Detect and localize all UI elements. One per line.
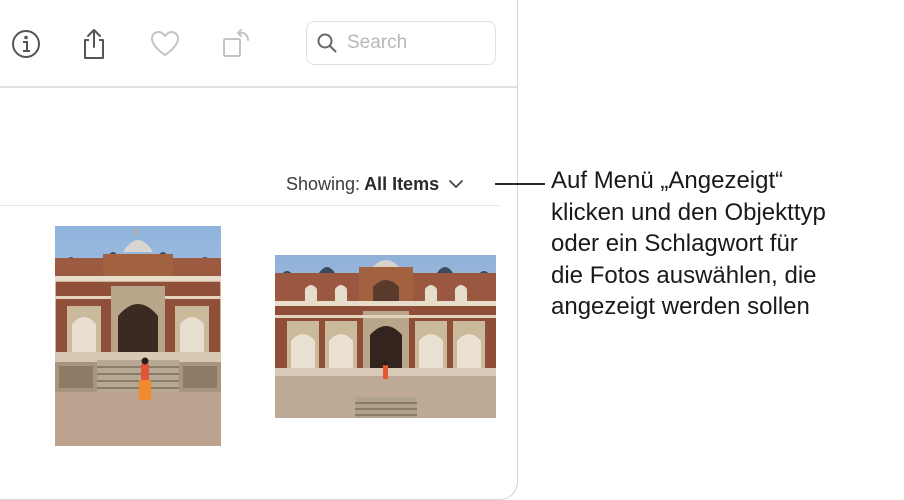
share-icon[interactable]: [76, 26, 112, 62]
heart-icon[interactable]: [147, 26, 183, 62]
callout-line: angezeigt werden sollen: [551, 293, 810, 320]
callout-leader-line: [495, 183, 545, 185]
rotate-icon[interactable]: [218, 26, 254, 62]
showing-label: Showing:: [286, 173, 361, 194]
callout-line: oder ein Schlagwort für: [551, 230, 798, 257]
info-icon[interactable]: [8, 26, 44, 62]
callout-line: klicken und den Objekttyp: [551, 198, 826, 226]
content-divider: [0, 205, 500, 206]
search-input[interactable]: [347, 30, 487, 56]
portrait-photo[interactable]: [55, 226, 221, 446]
showing-menu[interactable]: Showing: All Items: [286, 171, 465, 197]
landscape-photo[interactable]: [275, 255, 496, 418]
chevron-down-icon: [449, 180, 463, 188]
callout-line: Auf Menü „Angezeigt“: [551, 167, 784, 194]
toolbar-divider: [0, 86, 517, 88]
search-icon: [316, 32, 338, 54]
search-field[interactable]: [306, 21, 496, 65]
callout-line: die Fotos auswählen, die: [551, 261, 817, 289]
callout-text: Auf Menü „Angezeigt“ klicken und den Obj…: [551, 165, 901, 323]
showing-value: All Items: [364, 173, 440, 194]
